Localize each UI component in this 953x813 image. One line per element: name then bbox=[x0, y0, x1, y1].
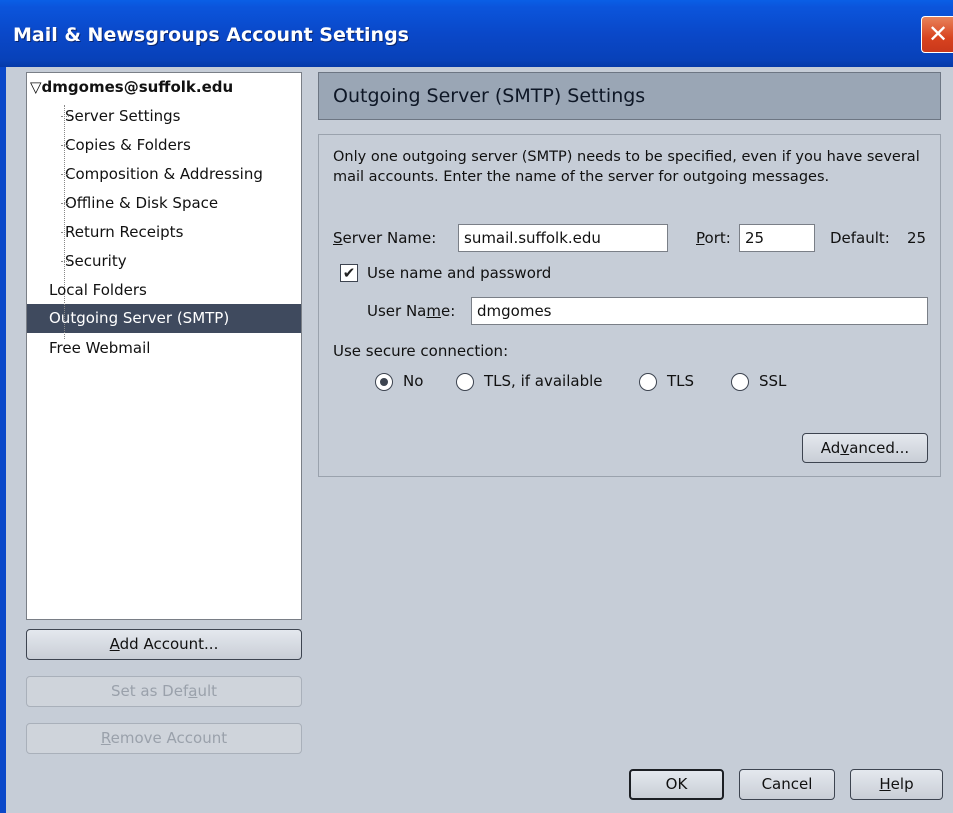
tree-item-return-receipts[interactable]: Return Receipts bbox=[60, 218, 184, 247]
tree-item-security[interactable]: Security bbox=[61, 247, 127, 276]
user-name-input[interactable]: dmgomes bbox=[471, 297, 928, 325]
default-port-value: 25 bbox=[907, 229, 927, 247]
window-title: Mail & Newsgroups Account Settings bbox=[13, 24, 409, 46]
label-text: User Na bbox=[367, 302, 427, 320]
label-text: erver Name: bbox=[342, 229, 437, 247]
smtp-settings-panel: Only one outgoing server (SMTP) needs to… bbox=[318, 134, 941, 477]
button-label: emove Account bbox=[110, 729, 228, 747]
access-key: S bbox=[333, 229, 343, 247]
port-input[interactable]: 25 bbox=[739, 224, 815, 252]
button-label: OK bbox=[665, 775, 688, 793]
button-label: Set as Def bbox=[111, 682, 189, 700]
advanced-button[interactable]: Advanced... bbox=[802, 433, 928, 463]
tree-item-label: Free Webmail bbox=[49, 339, 151, 357]
page-title: Outgoing Server (SMTP) Settings bbox=[333, 85, 646, 107]
use-name-password-label[interactable]: Use name and password bbox=[367, 264, 551, 282]
account-label: dmgomes@suffolk.edu bbox=[41, 78, 234, 96]
tree-item-outgoing-server[interactable]: Outgoing Server (SMTP) bbox=[49, 304, 229, 333]
tree-item-server-settings[interactable]: Server Settings bbox=[60, 102, 181, 131]
label-text: e: bbox=[441, 302, 456, 320]
remove-account-button[interactable]: Remove Account bbox=[26, 723, 302, 754]
button-label: Ad bbox=[820, 439, 841, 457]
button-label: Cancel bbox=[761, 775, 813, 793]
title-bar[interactable]: Mail & Newsgroups Account Settings bbox=[0, 0, 953, 67]
ok-button[interactable]: OK bbox=[629, 769, 724, 800]
access-key: P bbox=[696, 229, 705, 247]
close-button[interactable]: ✕ bbox=[921, 16, 953, 53]
expand-arrow-icon[interactable]: ▽ bbox=[30, 78, 42, 96]
secure-tls-if-available-radio[interactable] bbox=[456, 373, 474, 391]
tree-item-label: Outgoing Server (SMTP) bbox=[49, 309, 230, 327]
access-key: H bbox=[879, 775, 891, 793]
button-label: anced... bbox=[849, 439, 910, 457]
secure-ssl-radio[interactable] bbox=[731, 373, 749, 391]
access-key: A bbox=[109, 635, 120, 653]
access-key: v bbox=[840, 439, 850, 457]
tree-item-label: Local Folders bbox=[49, 281, 147, 299]
tree-item-account[interactable]: ▽dmgomes@suffolk.edu bbox=[30, 73, 233, 102]
user-name-label: User Name: bbox=[367, 302, 455, 320]
label-text: ort: bbox=[704, 229, 731, 247]
button-label: elp bbox=[890, 775, 914, 793]
page-header: Outgoing Server (SMTP) Settings bbox=[318, 72, 941, 120]
help-button[interactable]: Help bbox=[850, 769, 943, 800]
port-label: Port: bbox=[696, 229, 731, 247]
tree-item-offline-disk-space[interactable]: Offline & Disk Space bbox=[60, 189, 219, 218]
secure-tls-radio[interactable] bbox=[639, 373, 657, 391]
access-key: R bbox=[100, 729, 111, 747]
server-name-input[interactable]: sumail.suffolk.edu bbox=[458, 224, 668, 252]
secure-tls-if-available-label[interactable]: TLS, if available bbox=[484, 372, 603, 390]
tree-item-copies-folders[interactable]: Copies & Folders bbox=[61, 131, 191, 160]
secure-connection-label: Use secure connection: bbox=[333, 342, 509, 360]
set-as-default-button[interactable]: Set as Default bbox=[26, 676, 302, 707]
tree-item-label: Composition & Addressing bbox=[65, 165, 263, 183]
tree-item-free-webmail[interactable]: Free Webmail bbox=[49, 334, 150, 363]
tree-item-label: Security bbox=[65, 252, 127, 270]
secure-tls-label[interactable]: TLS bbox=[667, 372, 694, 390]
button-label: ult bbox=[197, 682, 217, 700]
button-label: dd Account... bbox=[119, 635, 219, 653]
access-key: m bbox=[426, 302, 441, 320]
account-tree[interactable]: ▽dmgomes@suffolk.edu Server Settings Cop… bbox=[26, 72, 302, 620]
tree-item-label: Server Settings bbox=[65, 107, 181, 125]
close-icon: ✕ bbox=[927, 20, 949, 48]
tree-item-label: Return Receipts bbox=[65, 223, 184, 241]
secure-ssl-label[interactable]: SSL bbox=[759, 372, 786, 390]
use-name-password-checkbox[interactable]: ✔ bbox=[340, 264, 358, 282]
tree-item-composition-addressing[interactable]: Composition & Addressing bbox=[61, 160, 263, 189]
server-name-label: Server Name: bbox=[333, 229, 436, 247]
secure-no-radio[interactable] bbox=[375, 373, 393, 391]
tree-item-label: Copies & Folders bbox=[65, 136, 191, 154]
cancel-button[interactable]: Cancel bbox=[739, 769, 835, 800]
default-port-label: Default: bbox=[830, 229, 890, 247]
checkmark-icon: ✔ bbox=[342, 264, 356, 282]
add-account-button[interactable]: Add Account... bbox=[26, 629, 302, 660]
radio-selected-dot bbox=[380, 378, 388, 386]
tree-item-label: Offline & Disk Space bbox=[65, 194, 219, 212]
description-text: Only one outgoing server (SMTP) needs to… bbox=[333, 149, 920, 185]
secure-no-label[interactable]: No bbox=[403, 372, 423, 390]
tree-item-local-folders[interactable]: Local Folders bbox=[49, 276, 147, 305]
